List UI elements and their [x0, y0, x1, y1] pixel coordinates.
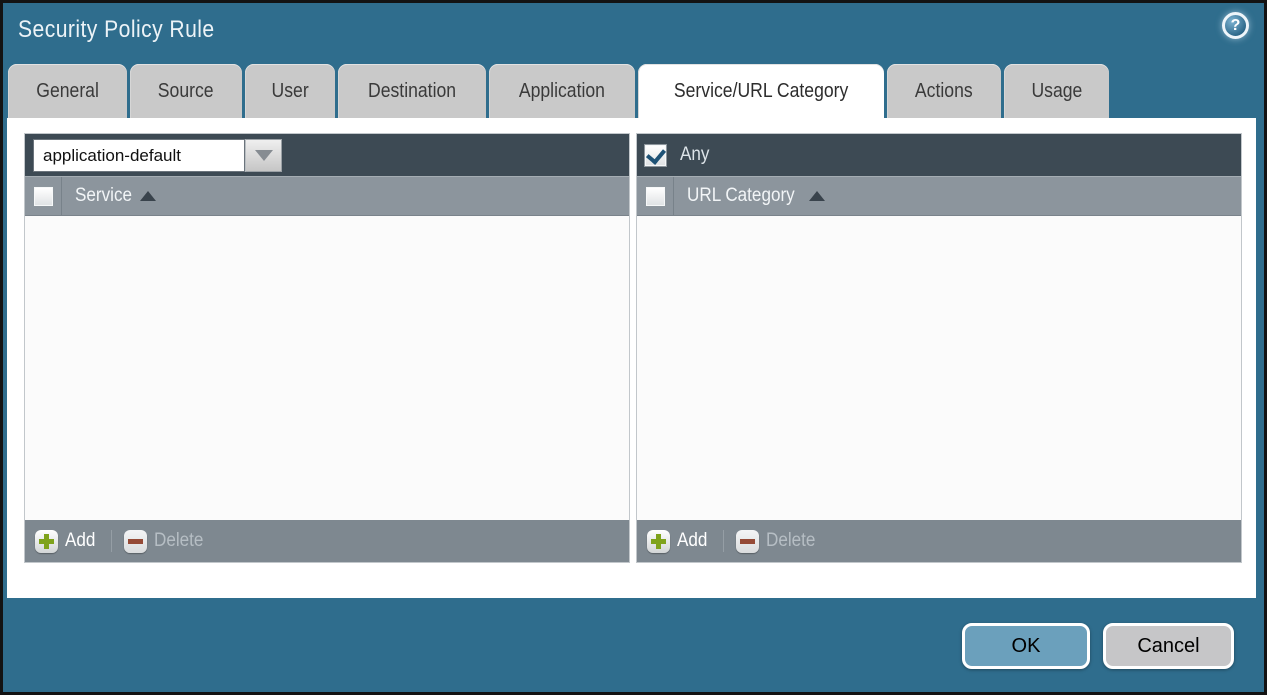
help-icon[interactable]: ? — [1222, 12, 1249, 39]
security-policy-rule-dialog: Security Policy Rule ? General Source Us… — [0, 0, 1267, 695]
service-select-all-cell — [25, 177, 62, 215]
service-column-header: Service — [25, 176, 629, 216]
sort-ascending-icon[interactable] — [140, 191, 156, 201]
service-panel: application-default Service Add — [24, 133, 630, 563]
chevron-down-icon — [255, 150, 273, 161]
tab-actions[interactable]: Actions — [887, 64, 1001, 118]
toolbar-separator — [111, 530, 112, 552]
service-type-dropdown-button[interactable] — [245, 139, 282, 172]
titlebar: Security Policy Rule ? — [3, 3, 1264, 63]
url-category-any-label: Any — [680, 144, 709, 166]
plus-icon — [647, 530, 670, 553]
plus-icon — [35, 530, 58, 553]
sort-ascending-icon[interactable] — [809, 191, 825, 201]
tab-usage[interactable]: Usage — [1004, 64, 1110, 118]
service-column-label[interactable]: Service — [75, 185, 132, 207]
service-type-value[interactable]: application-default — [33, 139, 245, 172]
url-category-list-empty[interactable] — [637, 216, 1241, 520]
tab-destination[interactable]: Destination — [338, 64, 486, 118]
url-category-select-all-checkbox[interactable] — [646, 187, 665, 206]
url-category-column-label[interactable]: URL Category — [687, 185, 795, 207]
service-add-button[interactable]: Add — [35, 530, 99, 553]
tab-bar: General Source User Destination Applicat… — [8, 64, 1109, 118]
service-select-all-checkbox[interactable] — [34, 187, 53, 206]
tab-general[interactable]: General — [8, 64, 127, 118]
toolbar-separator — [723, 530, 724, 552]
url-category-any-toolbar: Any — [637, 134, 1241, 176]
minus-icon — [124, 530, 147, 553]
url-category-add-button[interactable]: Add — [647, 530, 711, 553]
dialog-action-buttons: OK Cancel — [962, 623, 1234, 669]
tab-application[interactable]: Application — [489, 64, 635, 118]
service-list-empty[interactable] — [25, 216, 629, 520]
url-category-panel: Any URL Category Add Delete — [636, 133, 1242, 563]
ok-button[interactable]: OK — [962, 623, 1090, 669]
url-category-footer-toolbar: Add Delete — [637, 520, 1241, 562]
service-footer-toolbar: Add Delete — [25, 520, 629, 562]
url-category-column-header: URL Category — [637, 176, 1241, 216]
tab-service-url-category[interactable]: Service/URL Category — [638, 64, 884, 118]
minus-icon — [736, 530, 759, 553]
url-category-delete-button[interactable]: Delete — [736, 530, 821, 553]
service-type-dropdown[interactable]: application-default — [33, 139, 282, 172]
url-category-select-all-cell — [637, 177, 674, 215]
url-category-any-checkbox[interactable] — [645, 145, 666, 166]
dialog-title: Security Policy Rule — [18, 16, 215, 44]
tab-source[interactable]: Source — [130, 64, 241, 118]
service-type-toolbar: application-default — [25, 134, 629, 176]
cancel-button[interactable]: Cancel — [1103, 623, 1234, 669]
tab-content-area: application-default Service Add — [7, 118, 1256, 598]
service-delete-button[interactable]: Delete — [124, 530, 209, 553]
tab-user[interactable]: User — [245, 64, 335, 118]
